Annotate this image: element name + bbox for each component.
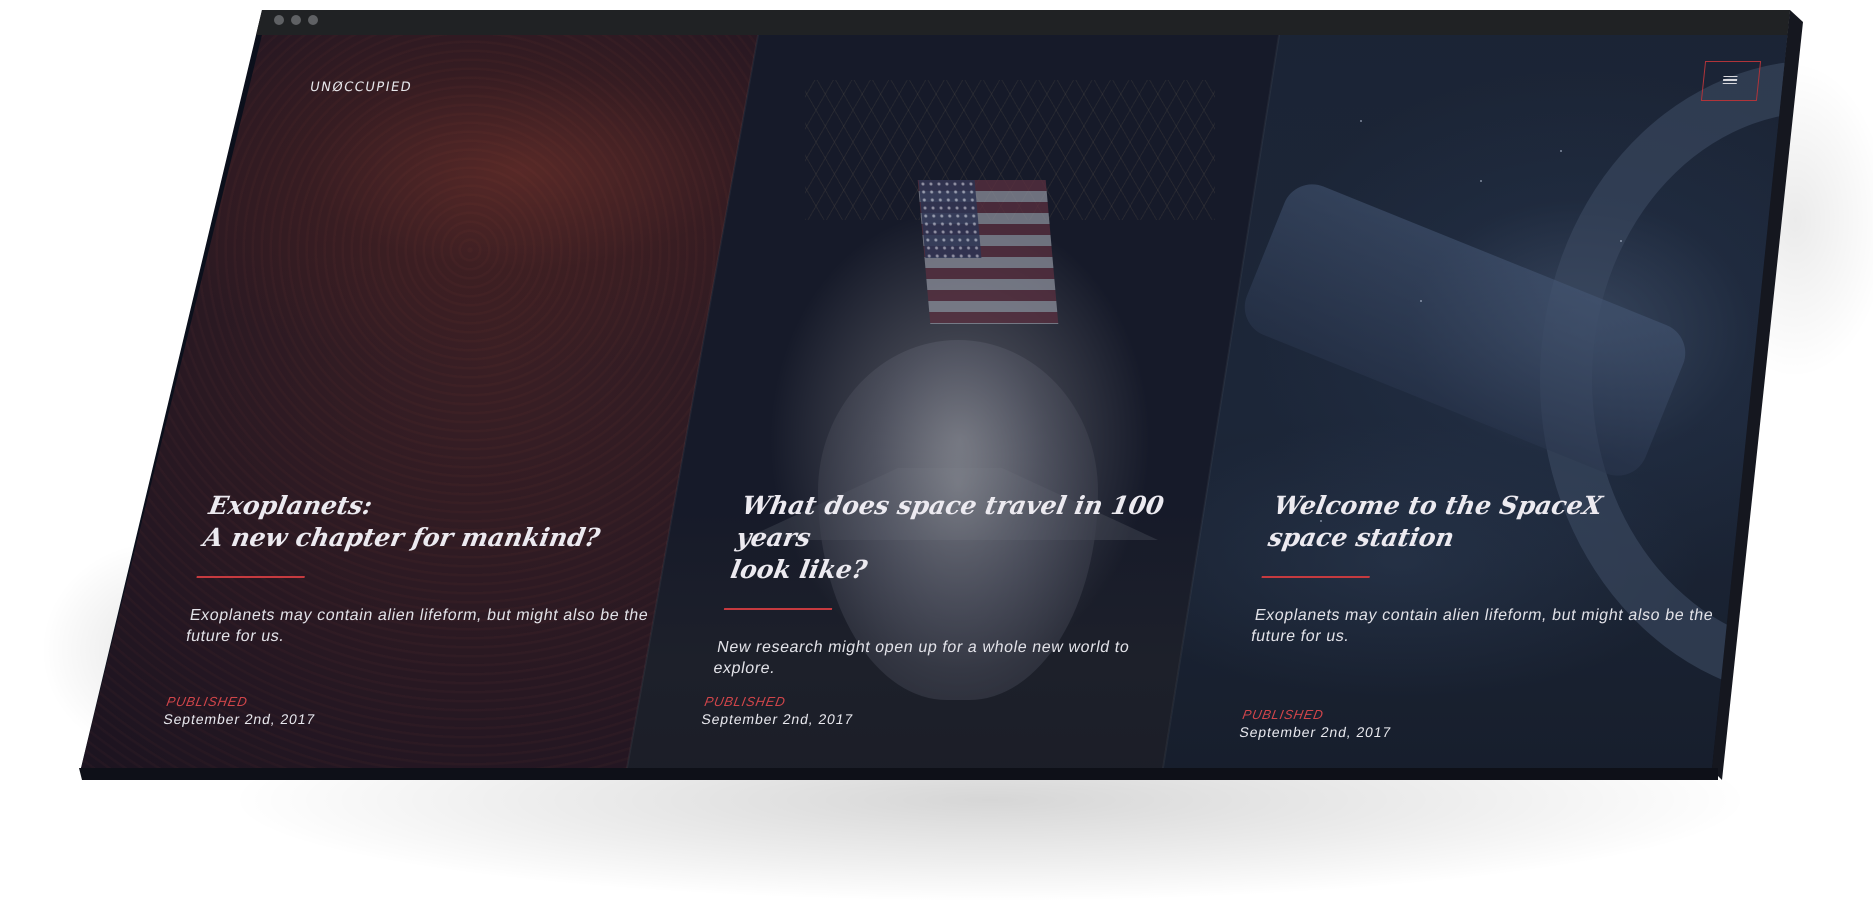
- article-excerpt: Exoplanets may contain alien lifeform, b…: [184, 607, 650, 645]
- window-dot-icon[interactable]: [274, 15, 284, 25]
- article-meta: PUBLISHED September 2nd, 2017: [162, 694, 320, 727]
- publish-date: September 2nd, 2017: [700, 711, 855, 727]
- published-label: PUBLISHED: [703, 694, 787, 709]
- article-card[interactable]: Welcome to the SpaceX space station Exop…: [1249, 490, 1777, 647]
- star: [1480, 180, 1482, 182]
- star: [1560, 150, 1562, 152]
- article-title[interactable]: Welcome to the SpaceX space station: [1266, 490, 1777, 554]
- published-label: PUBLISHED: [1241, 707, 1325, 722]
- window-dot-icon[interactable]: [291, 15, 301, 25]
- article-excerpt: Exoplanets may contain alien lifeform, b…: [1249, 607, 1715, 645]
- article-meta: PUBLISHED September 2nd, 2017: [700, 694, 858, 727]
- star: [1620, 240, 1622, 242]
- flag-stars-image: [918, 180, 982, 258]
- mockup-stage: UNØCCUPIED Exoplanets: A new chapter for…: [0, 0, 1873, 918]
- publish-date: September 2nd, 2017: [1238, 724, 1393, 740]
- article-title[interactable]: Exoplanets: A new chapter for mankind?: [201, 490, 712, 554]
- menu-button[interactable]: [1700, 61, 1762, 101]
- accent-rule: [723, 608, 833, 610]
- window-dot-icon[interactable]: [308, 15, 318, 25]
- star: [1420, 300, 1422, 302]
- article-card[interactable]: What does space travel in 100 years look…: [712, 490, 1245, 679]
- article-meta: PUBLISHED September 2nd, 2017: [1238, 707, 1396, 740]
- hamburger-menu-icon: [1722, 76, 1738, 84]
- article-card[interactable]: Exoplanets: A new chapter for mankind? E…: [184, 490, 712, 647]
- site-logo[interactable]: UNØCCUPIED: [309, 80, 414, 95]
- accent-rule: [1261, 576, 1370, 578]
- star: [1360, 120, 1362, 122]
- article-title[interactable]: What does space travel in 100 years look…: [728, 490, 1245, 586]
- published-label: PUBLISHED: [165, 694, 249, 709]
- accent-rule: [196, 576, 305, 578]
- publish-date: September 2nd, 2017: [162, 711, 317, 727]
- article-excerpt: New research might open up for a whole n…: [712, 639, 1131, 677]
